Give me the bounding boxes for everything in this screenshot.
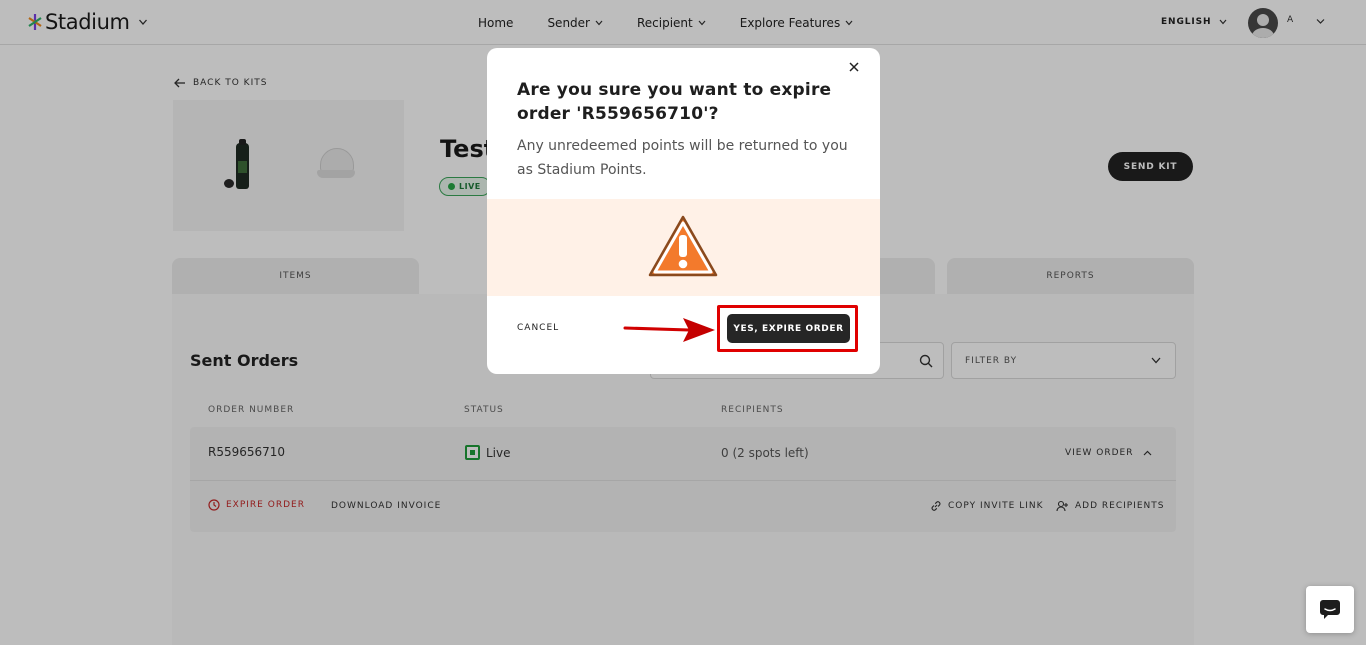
confirm-expire-button[interactable]: YES, EXPIRE ORDER [727,314,850,343]
cancel-button[interactable]: CANCEL [517,323,559,333]
chat-widget-button[interactable] [1306,586,1354,633]
expire-order-dialog: Are you sure you want to expire order 'R… [487,48,880,374]
warning-triangle-icon [648,215,718,277]
close-icon[interactable] [847,60,861,74]
annotation-arrow-icon [623,318,715,342]
chat-icon [1320,599,1340,619]
warning-banner [487,199,880,296]
dialog-title: Are you sure you want to expire order 'R… [517,80,832,124]
dialog-message: Any unredeemed points will be returned t… [517,138,848,178]
